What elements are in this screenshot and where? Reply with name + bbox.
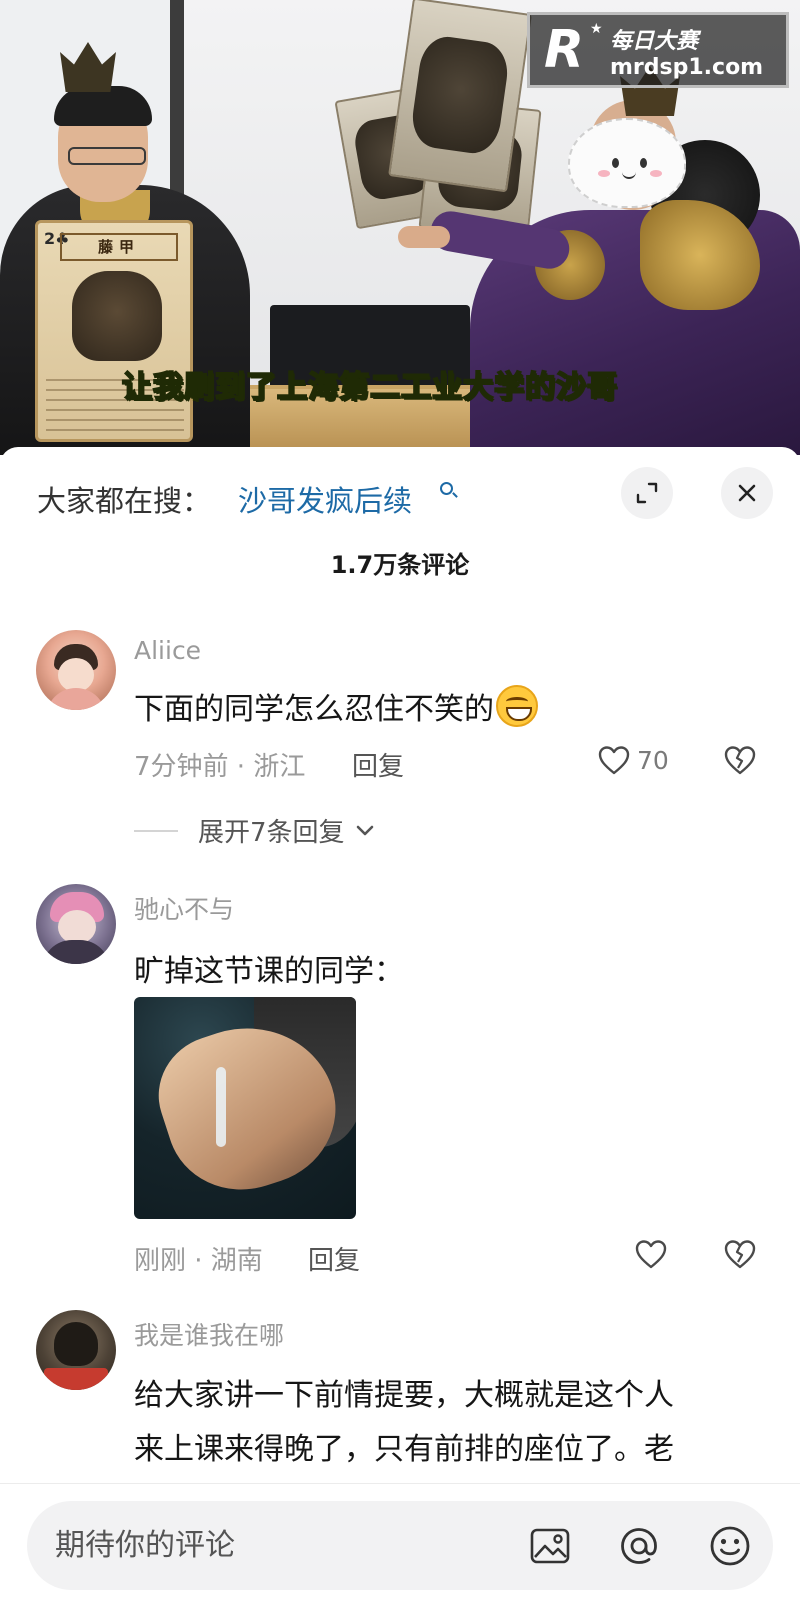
heart-icon	[635, 1240, 667, 1269]
watermark-logo: R	[544, 20, 585, 80]
card-armor-art	[72, 271, 162, 361]
divider-line	[134, 829, 178, 832]
dislike-button[interactable]	[723, 1238, 757, 1274]
watermark-name: 每日大赛	[610, 29, 699, 54]
expand-icon	[636, 482, 658, 504]
comment-input[interactable]	[55, 1501, 495, 1590]
broken-heart-icon	[724, 1240, 756, 1269]
comment-count: 1.7万条评论	[330, 551, 470, 579]
reply-button[interactable]: 回复	[308, 1240, 360, 1277]
reply-button[interactable]: 回复	[352, 746, 404, 783]
expand-replies[interactable]: 展开7条回复	[134, 812, 375, 849]
expand-replies-label: 展开7条回复	[198, 818, 345, 848]
input-divider	[0, 1483, 800, 1484]
close-button[interactable]	[721, 467, 773, 519]
star-icon: ★	[590, 21, 603, 37]
left-person-glasses	[68, 147, 146, 165]
grinning-face-icon	[496, 685, 538, 727]
comment-username[interactable]: Aliice	[134, 636, 201, 665]
image-tear	[216, 1067, 226, 1147]
heart-icon	[598, 746, 630, 775]
avatar[interactable]	[36, 1310, 116, 1390]
like-button[interactable]: 70	[597, 744, 669, 776]
watermark: R ★ 每日大赛 mrdsp1.com	[527, 12, 789, 88]
video-player[interactable]: 2♣ 藤甲 让我刷到了上海第二工业大学的沙哥 R ★ 每日大赛 mrdsp1.c…	[0, 0, 800, 455]
like-count: 70	[637, 745, 669, 775]
image-icon[interactable]	[527, 1523, 573, 1569]
broken-heart-icon	[724, 746, 756, 775]
comment-username[interactable]: 我是谁我在哪	[134, 1316, 284, 1352]
search-icon[interactable]	[440, 482, 453, 495]
emoji-icon[interactable]	[707, 1523, 753, 1569]
avatar[interactable]	[36, 884, 116, 964]
comment-text: 下面的同学怎么忍住不笑的	[134, 684, 538, 728]
like-button[interactable]	[634, 1238, 668, 1270]
comment-text-line: 给大家讲一下前情提要，大概就是这个人	[134, 1378, 674, 1413]
close-icon	[738, 484, 756, 502]
comment-text-line: 来上课来得晚了，只有前排的座位了。老	[134, 1432, 674, 1467]
hot-search-link[interactable]: 沙哥发疯后续	[238, 478, 412, 520]
comment-image[interactable]	[134, 997, 356, 1219]
comment-time-location: 7分钟前 · 浙江	[134, 752, 306, 782]
pointing-hand	[398, 226, 450, 248]
comment-username[interactable]: 驰心不与	[134, 890, 234, 926]
dislike-button[interactable]	[723, 744, 757, 780]
game-card: 2♣ 藤甲	[35, 220, 193, 442]
hot-search-label: 大家都在搜：	[37, 484, 212, 518]
watermark-url: mrdsp1.com	[610, 55, 764, 80]
comment-time-location: 刚刚 · 湖南	[134, 1246, 263, 1276]
floating-card	[388, 0, 532, 193]
comment-text: 旷掉这节课的同学：	[134, 954, 404, 989]
cloud-sticker	[568, 118, 686, 208]
chevron-down-icon	[356, 825, 373, 835]
at-icon[interactable]	[616, 1523, 662, 1569]
card-title: 藤甲	[60, 233, 178, 261]
left-person-hair	[54, 86, 152, 126]
expand-button[interactable]	[621, 467, 673, 519]
video-caption: 让我刷到了上海第二工业大学的沙哥	[121, 369, 618, 406]
avatar[interactable]	[36, 630, 116, 710]
